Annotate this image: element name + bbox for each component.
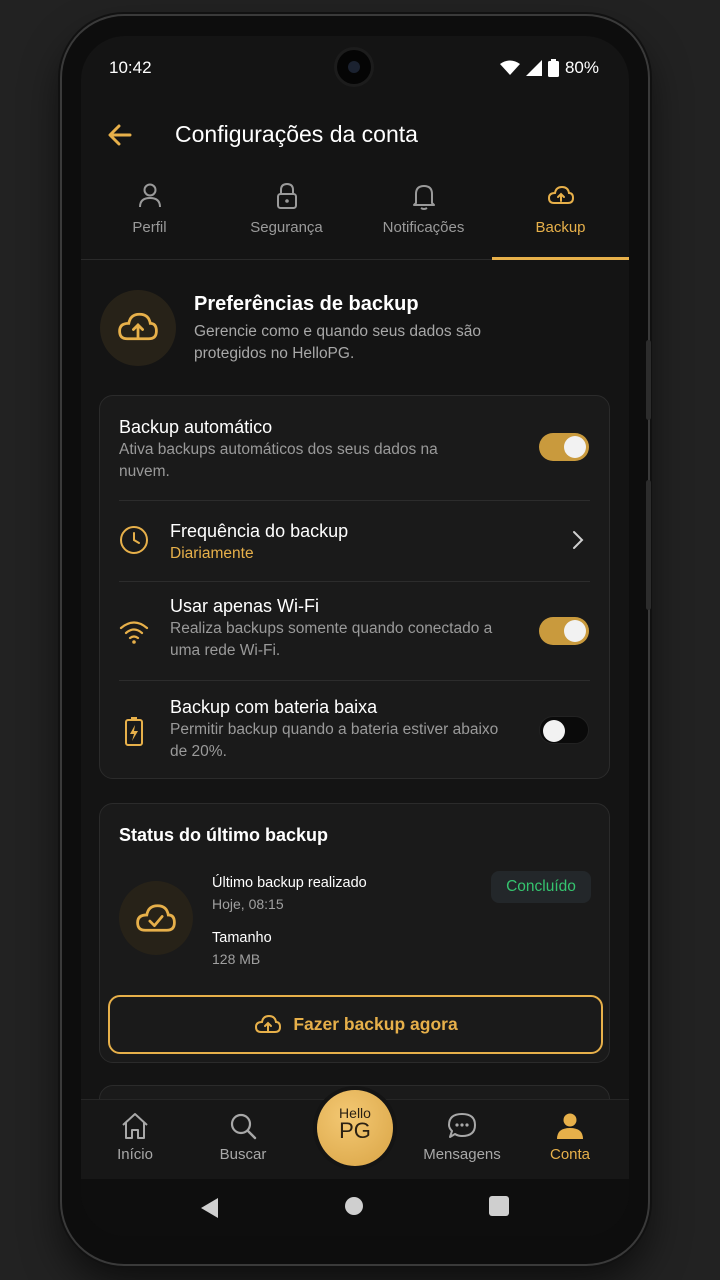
search-icon — [230, 1113, 257, 1140]
tab-notificacoes[interactable]: Notificações — [355, 176, 492, 259]
backup-status-card: Status do último backup Último backup re… — [99, 803, 610, 1063]
power-button — [646, 480, 651, 610]
low-battery-subtitle: Permitir backup quando a bateria estiver… — [170, 721, 499, 760]
status-icons: 80% — [499, 58, 599, 78]
toggle-knob — [564, 436, 586, 458]
low-battery-row: Backup com bateria baixa Permitir backup… — [100, 681, 609, 779]
cloud-upload-icon — [118, 312, 158, 341]
user-icon — [138, 183, 161, 208]
nav-label: Início — [117, 1146, 153, 1163]
cloud-upload-icon — [255, 1014, 282, 1033]
bell-icon — [412, 185, 435, 210]
battery-percent: 80% — [564, 58, 599, 77]
intro-title: Preferências de backup — [194, 293, 419, 315]
intro-icon-circle — [100, 290, 176, 366]
system-back-icon[interactable] — [201, 1198, 218, 1218]
status-title: Status do último backup — [119, 825, 329, 845]
intro-description: Gerencie como e quando seus dados são pr… — [194, 323, 481, 362]
auto-backup-toggle[interactable] — [539, 433, 589, 461]
nav-mensagens[interactable]: Mensagens — [417, 1110, 507, 1163]
screen: 10:42 80% Configurações da conta Perfil … — [81, 36, 629, 1236]
size-label: Tamanho — [212, 930, 272, 946]
nav-label: Mensagens — [423, 1146, 501, 1163]
backup-now-label: Fazer backup agora — [293, 1014, 458, 1034]
clock-icon — [120, 526, 148, 554]
tab-label: Notificações — [382, 219, 465, 236]
tab-bar: Perfil Segurança Notificações Backup — [81, 176, 629, 260]
frequency-title: Frequência do backup — [170, 521, 349, 541]
battery-charging-icon — [125, 717, 143, 746]
system-home-icon[interactable] — [345, 1197, 363, 1215]
tab-backup[interactable]: Backup — [492, 176, 629, 260]
tab-label: Perfil — [132, 219, 167, 236]
wifi-status-icon — [499, 60, 520, 75]
auto-backup-title: Backup automático — [119, 417, 273, 437]
status-time: 10:42 — [109, 58, 152, 77]
auto-backup-row: Backup automático Ativa backups automáti… — [100, 396, 609, 500]
cloud-upload-icon — [547, 185, 574, 204]
nav-label: Buscar — [219, 1146, 267, 1163]
cloud-check-icon — [136, 904, 176, 932]
wifi-only-row: Usar apenas Wi-Fi Realiza backups soment… — [100, 582, 609, 680]
system-navigation — [81, 1179, 629, 1236]
status-icon-circle — [119, 881, 193, 955]
last-backup-label: Último backup realizado — [212, 875, 367, 891]
nav-label: Conta — [549, 1146, 591, 1163]
chat-icon — [448, 1113, 476, 1138]
status-bar: 10:42 80% — [81, 58, 629, 82]
toggle-knob — [564, 620, 586, 642]
last-backup-value: Hoje, 08:15 — [212, 896, 284, 912]
wifi-icon — [119, 621, 149, 644]
app-header: Configurações da conta — [81, 116, 629, 156]
wifi-only-subtitle: Realiza backups somente quando conectado… — [170, 620, 493, 659]
tab-label: Backup — [535, 219, 586, 236]
wifi-only-title: Usar apenas Wi-Fi — [170, 596, 320, 616]
system-recents-icon[interactable] — [489, 1196, 509, 1216]
frequency-value: Diariamente — [170, 545, 254, 562]
low-battery-toggle[interactable] — [539, 716, 589, 744]
chevron-right-icon — [573, 531, 584, 549]
frequency-row[interactable]: Frequência do backup Diariamente — [100, 501, 609, 581]
low-battery-title: Backup com bateria baixa — [170, 697, 378, 717]
backup-settings-card: Backup automático Ativa backups automáti… — [99, 395, 610, 779]
backup-now-button[interactable]: Fazer backup agora — [108, 995, 603, 1054]
back-button[interactable] — [103, 118, 137, 152]
logo-line-2: PG — [339, 1118, 371, 1143]
volume-button — [646, 340, 651, 420]
nav-buscar[interactable]: Buscar — [198, 1110, 288, 1163]
page-title: Configurações da conta — [175, 121, 418, 147]
wifi-only-toggle[interactable] — [539, 617, 589, 645]
tab-label: Segurança — [250, 219, 323, 236]
arrow-left-icon — [108, 124, 132, 146]
hellopg-logo-button[interactable]: Hello PG — [317, 1090, 393, 1166]
toggle-knob — [543, 720, 565, 742]
account-icon — [557, 1113, 583, 1139]
lock-icon — [276, 182, 297, 209]
nav-conta[interactable]: Conta — [525, 1110, 615, 1163]
status-badge: Concluído — [491, 871, 591, 903]
home-icon — [122, 1113, 148, 1139]
signal-icon — [525, 60, 542, 76]
size-value: 128 MB — [212, 951, 261, 967]
nav-inicio[interactable]: Início — [90, 1110, 180, 1163]
auto-backup-subtitle: Ativa backups automáticos dos seus dados… — [119, 441, 438, 480]
tab-perfil[interactable]: Perfil — [81, 176, 218, 259]
tab-seguranca[interactable]: Segurança — [218, 176, 355, 259]
battery-icon — [547, 59, 559, 77]
